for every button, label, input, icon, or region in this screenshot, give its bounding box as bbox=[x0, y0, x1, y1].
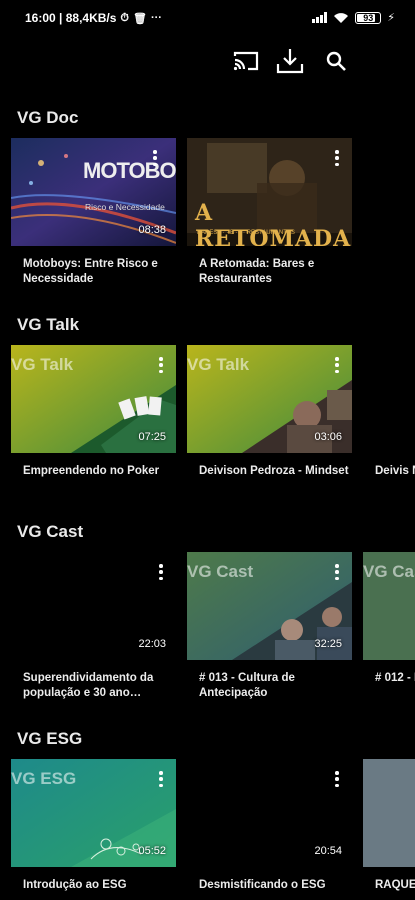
video-row[interactable]: MOTOBOYS Risco e Necessidade 08:38 Motob… bbox=[11, 138, 415, 303]
video-thumbnail[interactable]: VG Cast bbox=[363, 552, 415, 660]
status-right: 93 ⚡ bbox=[312, 11, 395, 24]
download-icon bbox=[276, 49, 304, 74]
more-options-button[interactable] bbox=[332, 769, 342, 789]
video-duration: 05:52 bbox=[138, 845, 166, 857]
video-thumbnail[interactable]: 22:03 bbox=[11, 552, 176, 660]
video-thumbnail[interactable]: VG Talk 07:25 bbox=[11, 345, 176, 453]
video-title[interactable]: Introdução ao ESG bbox=[23, 878, 173, 893]
cast-icon bbox=[233, 51, 259, 71]
more-options-button[interactable] bbox=[150, 148, 160, 168]
video-title[interactable]: # 012 - Desta bbox=[375, 671, 415, 686]
video-row[interactable]: VG ESG 05:52 Introdução ao ESG 20:54 Des… bbox=[11, 759, 415, 900]
status-time-speed: 16:00 | 88,4KB/s bbox=[25, 11, 117, 25]
video-title[interactable]: # 013 - Cultura de Antecipação bbox=[199, 671, 349, 701]
more-options-button[interactable] bbox=[156, 769, 166, 789]
section-title: VG ESG bbox=[17, 729, 83, 748]
video-thumbnail[interactable] bbox=[363, 759, 415, 867]
video-duration: 22:03 bbox=[138, 638, 166, 650]
thumbnail-subtitle: BARES · · · E · · · RESTAURANTES bbox=[197, 230, 295, 236]
video-duration: 32:25 bbox=[314, 638, 342, 650]
video-duration: 08:38 bbox=[138, 224, 166, 236]
app-toolbar bbox=[225, 44, 355, 78]
thumbnail-title: VG Cast bbox=[187, 562, 254, 581]
thumbnail-title: VG ESG bbox=[11, 769, 77, 788]
video-duration: 03:06 bbox=[314, 431, 342, 443]
trash-notification-icon: 🗑 bbox=[133, 12, 147, 25]
video-duration: 20:54 bbox=[314, 845, 342, 857]
video-title[interactable]: Superendividamento da população e 30 ano… bbox=[23, 671, 173, 701]
download-button[interactable] bbox=[273, 44, 307, 78]
section-title: VG Cast bbox=[17, 522, 84, 541]
video-title[interactable]: RAQUE bbox=[375, 878, 415, 893]
video-title[interactable]: Motoboys: Entre Risco e Necessidade bbox=[23, 257, 173, 287]
more-options-button[interactable] bbox=[332, 562, 342, 582]
video-thumbnail[interactable]: A RETOMADA BARES · · · E · · · RESTAURAN… bbox=[187, 138, 352, 246]
video-row[interactable]: 22:03 Superendividamento da população e … bbox=[11, 552, 415, 717]
more-options-button[interactable] bbox=[156, 562, 166, 582]
wifi-icon bbox=[334, 12, 349, 23]
battery-level: 93 bbox=[363, 12, 374, 23]
status-left: 16:00 | 88,4KB/s ⏱ 🗑 ··· bbox=[25, 11, 162, 25]
thumbnail-title: VG Cast bbox=[363, 562, 415, 581]
search-button[interactable] bbox=[319, 44, 353, 78]
video-title[interactable]: Deivis Novos bbox=[375, 464, 415, 479]
status-bar: 16:00 | 88,4KB/s ⏱ 🗑 ··· 93 ⚡ bbox=[0, 0, 415, 36]
more-options-button[interactable] bbox=[156, 355, 166, 375]
section-title: VG Talk bbox=[17, 315, 80, 334]
battery-icon: 93 bbox=[355, 11, 382, 24]
video-thumbnail[interactable]: VG Cast 32:25 bbox=[187, 552, 352, 660]
more-options-button[interactable] bbox=[332, 355, 342, 375]
thumbnail-subtitle: Risco e Necessidade bbox=[85, 202, 165, 212]
video-title[interactable]: A Retomada: Bares e Restaurantes bbox=[199, 257, 349, 287]
cast-button[interactable] bbox=[229, 44, 263, 78]
charging-icon: ⚡ bbox=[387, 12, 395, 24]
thumbnail-title: MOTOBOYS bbox=[83, 158, 176, 183]
video-title[interactable]: Desmistificando o ESG bbox=[199, 878, 349, 893]
thumbnail-title: VG Talk bbox=[187, 355, 250, 374]
signal-icon bbox=[312, 12, 328, 23]
section-title: VG Doc bbox=[17, 108, 79, 127]
video-thumbnail[interactable]: 20:54 bbox=[187, 759, 352, 867]
search-icon bbox=[326, 51, 346, 71]
thumbnail-title: VG Talk bbox=[11, 355, 74, 374]
video-title[interactable]: Empreendendo no Poker bbox=[23, 464, 173, 479]
more-notifications-icon: ··· bbox=[150, 12, 162, 24]
video-thumbnail[interactable]: VG Talk 03:06 bbox=[187, 345, 352, 453]
more-options-button[interactable] bbox=[332, 148, 342, 168]
video-thumbnail[interactable]: VG ESG 05:52 bbox=[11, 759, 176, 867]
video-title[interactable]: Deivison Pedroza - Mindset bbox=[199, 464, 349, 479]
video-row[interactable]: VG Talk 07:25 Empreendendo no Poker VG T… bbox=[11, 345, 415, 510]
alarm-icon: ⏱ bbox=[120, 11, 130, 24]
video-duration: 07:25 bbox=[138, 431, 166, 443]
thumbnail-title: A RETOMADA bbox=[195, 200, 352, 246]
